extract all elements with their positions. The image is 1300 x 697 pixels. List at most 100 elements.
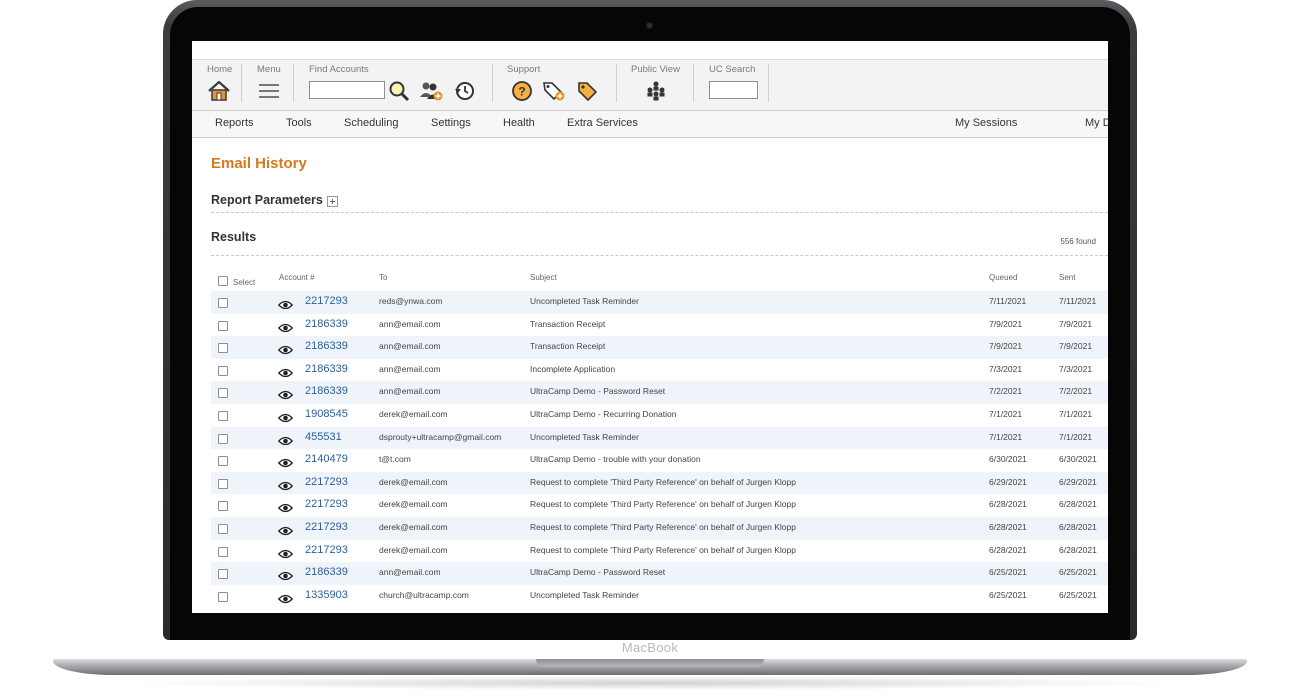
account-link[interactable]: 1335903 bbox=[305, 589, 348, 601]
row-select-checkbox[interactable] bbox=[218, 298, 228, 308]
row-select-checkbox[interactable] bbox=[218, 546, 228, 557]
sent-cell: 6/30/2021 bbox=[1059, 454, 1097, 465]
nav-tools[interactable]: Tools bbox=[286, 117, 312, 129]
account-link[interactable]: 2186339 bbox=[305, 340, 348, 352]
table-row: 2186339 ann@email.com UltraCamp Demo - Pas… bbox=[211, 381, 1108, 404]
account-link[interactable]: 2140479 bbox=[305, 453, 348, 465]
public-view-icon[interactable] bbox=[644, 79, 668, 103]
history-icon[interactable] bbox=[452, 79, 476, 103]
table-row: 2217293 reds@ynwa.com Uncompleted Task Rem… bbox=[211, 291, 1108, 314]
camera-icon bbox=[646, 22, 653, 29]
laptop-shadow bbox=[120, 676, 1180, 690]
view-eye-icon[interactable] bbox=[277, 591, 294, 603]
col-account[interactable]: Account # bbox=[279, 273, 315, 282]
account-link[interactable]: 455531 bbox=[305, 431, 342, 443]
account-link[interactable]: 2217293 bbox=[305, 544, 348, 556]
row-select-checkbox[interactable] bbox=[218, 591, 228, 602]
menu-group: Menu bbox=[257, 60, 297, 110]
view-eye-icon[interactable] bbox=[277, 342, 294, 355]
account-link[interactable]: 2217293 bbox=[305, 498, 348, 510]
view-eye-icon[interactable] bbox=[277, 433, 294, 445]
view-eye-icon[interactable] bbox=[277, 297, 294, 310]
table-row: 2217293 derek@email.com Request to complet… bbox=[211, 516, 1108, 540]
col-sent[interactable]: Sent bbox=[1059, 273, 1075, 282]
top-strip bbox=[192, 41, 1108, 60]
queued-cell: 7/1/2021 bbox=[989, 431, 1023, 442]
view-eye-icon[interactable] bbox=[277, 546, 294, 558]
view-eye-icon[interactable] bbox=[277, 387, 294, 400]
row-select-checkbox[interactable] bbox=[218, 569, 228, 580]
account-link[interactable]: 2186339 bbox=[305, 318, 348, 330]
view-eye-icon[interactable] bbox=[277, 478, 294, 490]
view-eye-icon[interactable] bbox=[277, 523, 294, 536]
nav-reports[interactable]: Reports bbox=[215, 117, 254, 129]
tag-add-icon[interactable] bbox=[542, 79, 566, 103]
nav-extra-services[interactable]: Extra Services bbox=[567, 117, 638, 129]
col-subject[interactable]: Subject bbox=[530, 273, 557, 282]
account-link[interactable]: 2217293 bbox=[305, 295, 348, 307]
uc-search-input[interactable] bbox=[709, 81, 758, 99]
nav-my-d[interactable]: My D bbox=[1085, 117, 1108, 129]
col-queued[interactable]: Queued bbox=[989, 273, 1017, 282]
row-select-checkbox[interactable] bbox=[218, 478, 228, 489]
sent-cell: 6/25/2021 bbox=[1059, 567, 1097, 578]
account-link[interactable]: 2186339 bbox=[305, 566, 348, 578]
queued-cell: 7/9/2021 bbox=[989, 318, 1023, 329]
report-parameters-heading[interactable]: Report Parameters bbox=[211, 193, 323, 207]
row-select-checkbox[interactable] bbox=[218, 456, 228, 467]
subject-cell: UltraCamp Demo - Password Reset bbox=[530, 567, 666, 578]
view-eye-icon[interactable] bbox=[277, 455, 294, 468]
account-link[interactable]: 2217293 bbox=[305, 521, 348, 533]
row-select-checkbox[interactable] bbox=[218, 523, 228, 534]
view-eye-icon[interactable] bbox=[277, 410, 294, 423]
table-row: 2140479 t@t.com UltraCamp Demo - trouble w… bbox=[211, 449, 1108, 472]
row-select-checkbox[interactable] bbox=[218, 501, 228, 512]
row-select-checkbox[interactable] bbox=[218, 388, 228, 399]
table-row: 1335903 church@ultracamp.com Uncompleted T… bbox=[211, 585, 1108, 608]
row-select-checkbox[interactable] bbox=[218, 433, 228, 444]
sent-cell: 7/3/2021 bbox=[1059, 363, 1093, 374]
row-select-checkbox[interactable] bbox=[218, 343, 228, 354]
tag-icon[interactable] bbox=[575, 79, 599, 103]
to-cell: ann@email.com bbox=[379, 318, 441, 329]
expand-plus-icon[interactable] bbox=[327, 196, 338, 207]
select-all-checkbox[interactable] bbox=[218, 276, 228, 286]
view-eye-icon[interactable] bbox=[277, 568, 294, 581]
help-icon[interactable]: ? bbox=[510, 79, 534, 103]
nav-health[interactable]: Health bbox=[503, 117, 535, 129]
account-link[interactable]: 1908545 bbox=[305, 408, 348, 420]
nav-scheduling[interactable]: Scheduling bbox=[344, 117, 398, 129]
subject-cell: Uncompleted Task Reminder bbox=[530, 296, 639, 306]
to-cell: church@ultracamp.com bbox=[379, 589, 469, 600]
support-label: Support bbox=[507, 64, 541, 75]
view-eye-icon[interactable] bbox=[277, 500, 294, 513]
col-to[interactable]: To bbox=[379, 273, 387, 282]
sent-cell: 7/1/2021 bbox=[1059, 431, 1093, 442]
toolbar: Home Menu Find Accounts Support ? Public… bbox=[192, 60, 1108, 111]
sent-cell: 6/25/2021 bbox=[1059, 589, 1097, 600]
view-eye-icon[interactable] bbox=[277, 365, 294, 377]
row-select-checkbox[interactable] bbox=[218, 410, 228, 421]
to-cell: derek@email.com bbox=[379, 544, 448, 555]
nav-my-sessions[interactable]: My Sessions bbox=[955, 117, 1017, 129]
hamburger-menu-icon[interactable] bbox=[257, 79, 281, 103]
subject-cell: Uncompleted Task Reminder bbox=[530, 431, 639, 442]
home-icon[interactable] bbox=[207, 79, 231, 103]
account-link[interactable]: 2186339 bbox=[305, 363, 348, 375]
results-count: 556 found bbox=[1060, 237, 1096, 246]
sent-cell: 7/11/2021 bbox=[1059, 296, 1097, 306]
search-icon[interactable] bbox=[387, 79, 411, 103]
to-cell: reds@ynwa.com bbox=[379, 296, 443, 306]
row-select-checkbox[interactable] bbox=[218, 365, 228, 376]
users-add-icon[interactable] bbox=[419, 79, 443, 103]
find-accounts-input[interactable] bbox=[309, 81, 385, 99]
nav-settings[interactable]: Settings bbox=[431, 117, 471, 129]
queued-cell: 6/30/2021 bbox=[989, 454, 1027, 465]
account-link[interactable]: 2217293 bbox=[305, 476, 348, 488]
account-link[interactable]: 2186339 bbox=[305, 385, 348, 397]
table-row: 2217293 derek@email.com Request to complet… bbox=[211, 540, 1108, 563]
view-eye-icon[interactable] bbox=[277, 320, 294, 332]
row-select-checkbox[interactable] bbox=[218, 320, 228, 331]
to-cell: t@t.com bbox=[379, 454, 411, 465]
subject-cell: UltraCamp Demo - Password Reset bbox=[530, 386, 666, 397]
